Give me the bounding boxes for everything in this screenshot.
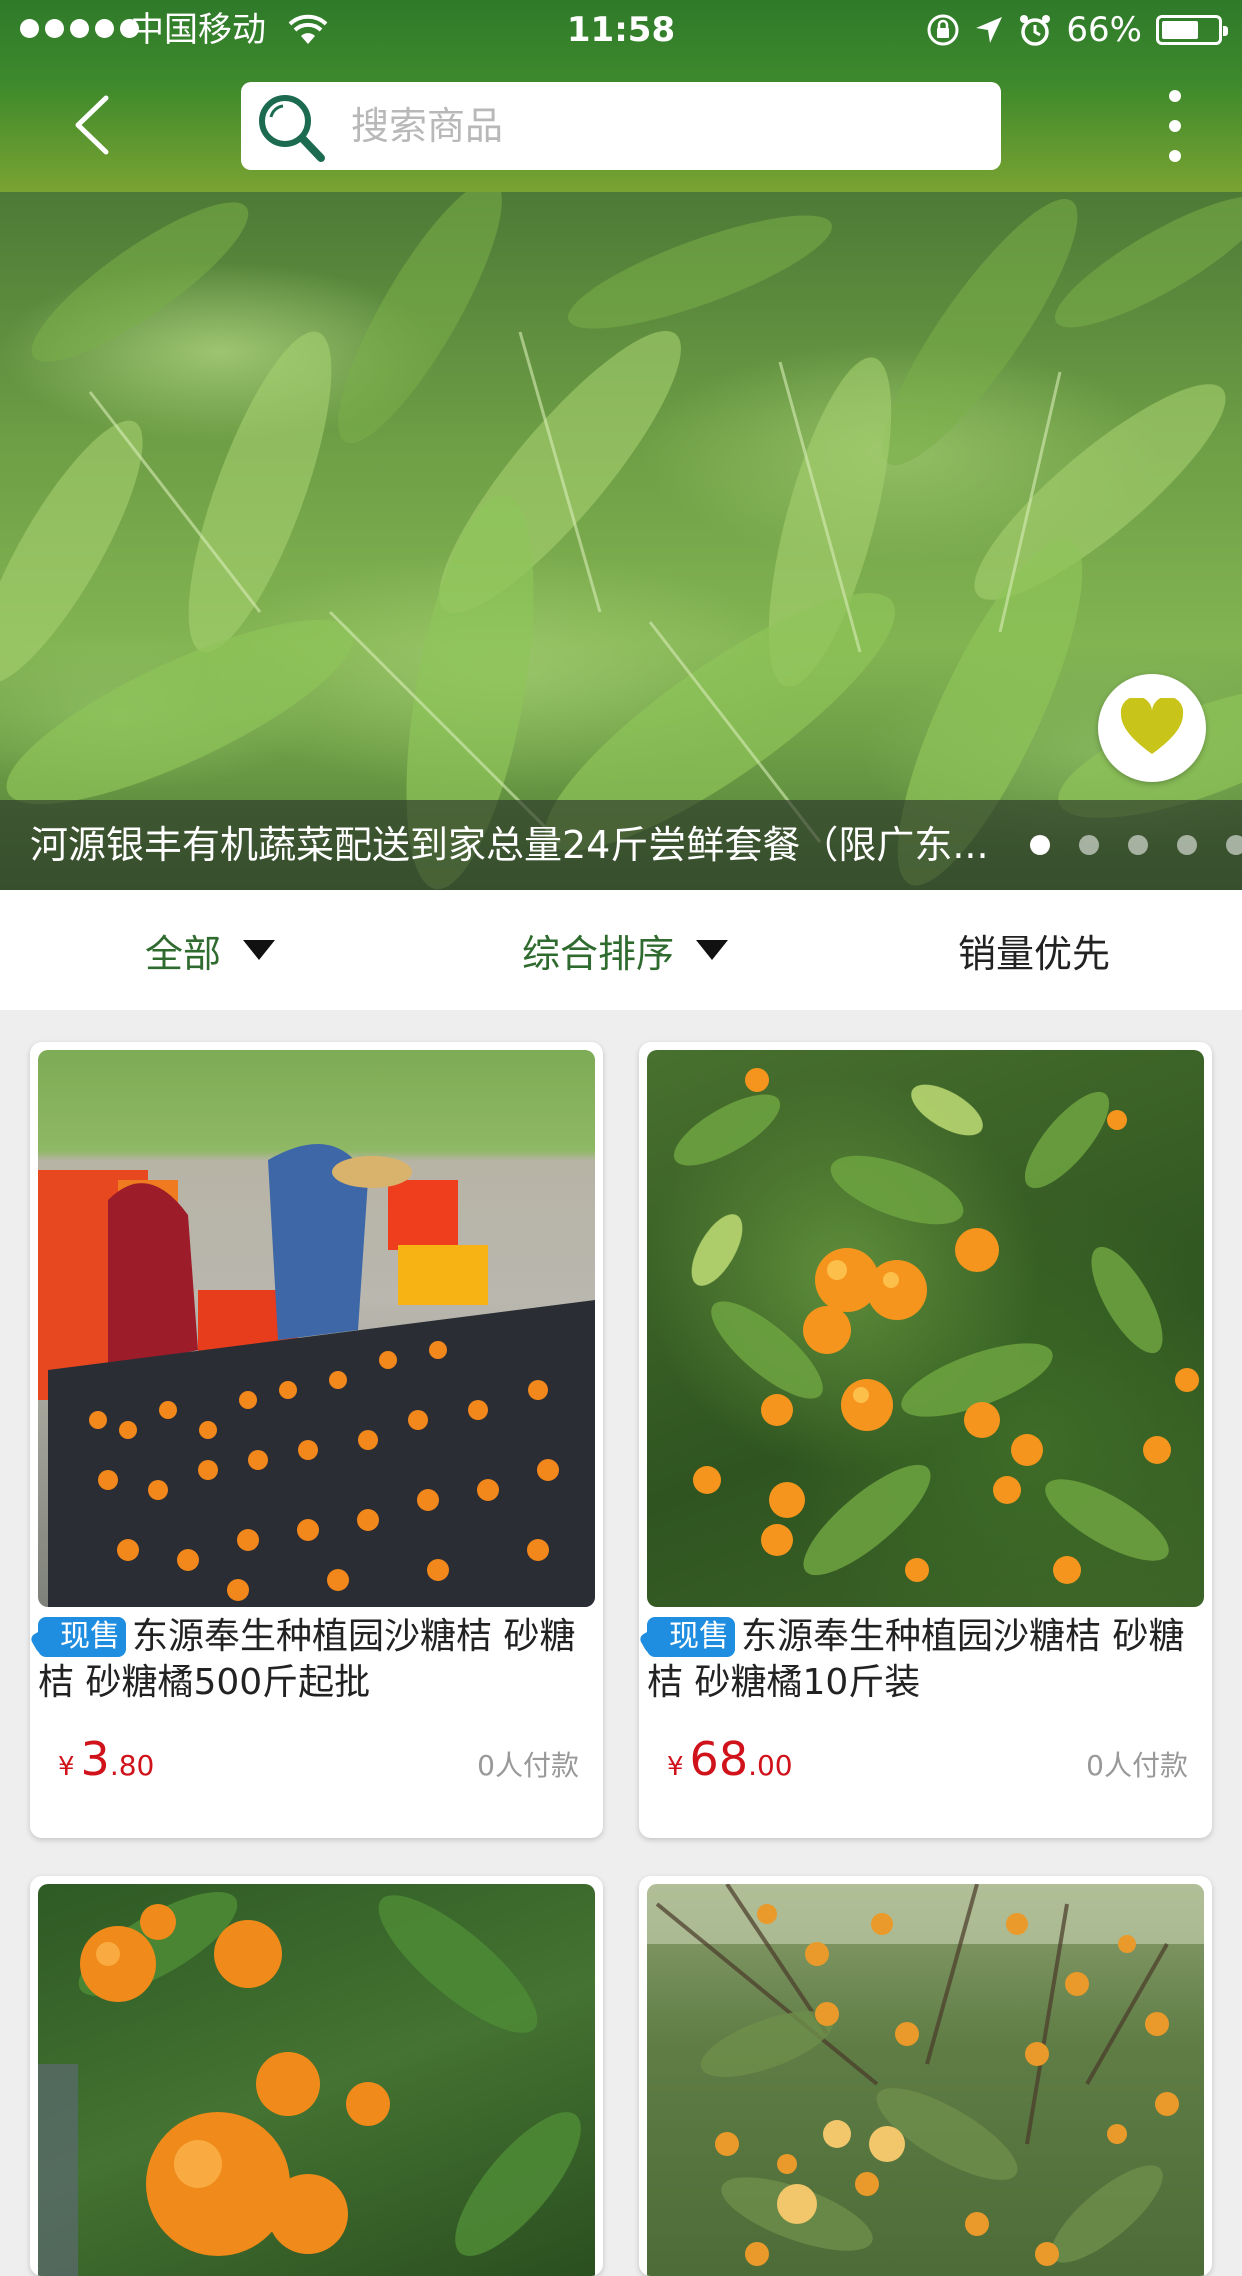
- dropdown-triangle-icon: [696, 940, 729, 960]
- app-header: 中国移动 11:58 66%: [0, 0, 1242, 192]
- carousel-dot[interactable]: [1226, 835, 1242, 855]
- location-arrow-icon: [976, 17, 1003, 43]
- search-bar[interactable]: [241, 82, 1001, 170]
- dot-icon: [1169, 90, 1181, 102]
- product-card[interactable]: 现售 东源奉生种植园沙糖桔 砂糖桔 砂糖橘500斤起批 ¥3.80 0人付款: [30, 1042, 603, 1838]
- battery-icon: [1156, 15, 1228, 45]
- search-icon: [259, 95, 325, 162]
- filter-all-dropdown[interactable]: 全部: [145, 890, 276, 1010]
- currency-symbol: ¥: [667, 1752, 684, 1782]
- product-card[interactable]: 现售 东源奉生种植园沙糖桔 砂糖桔 砂糖橘10斤装 ¥68.00 0人付款: [639, 1042, 1212, 1838]
- navigation-bar: [0, 60, 1242, 192]
- heart-icon: [1120, 698, 1184, 754]
- price-integer: 68: [689, 1732, 749, 1786]
- search-input[interactable]: [349, 96, 953, 156]
- orientation-lock-icon: [927, 14, 959, 46]
- payment-count: 0人付款: [1086, 1749, 1188, 1782]
- in-stock-badge: 现售: [38, 1617, 126, 1657]
- dropdown-triangle-icon: [243, 940, 276, 960]
- carousel-dot-active[interactable]: [1030, 835, 1050, 855]
- price-decimal: .00: [748, 1749, 793, 1782]
- banner-vegetable-image: [0, 192, 1242, 890]
- product-price: ¥3.80: [58, 1732, 154, 1786]
- battery-percentage: 66%: [1066, 10, 1142, 50]
- banner-caption: 河源银丰有机蔬菜配送到家总量24斤尝鲜套餐（限广东...: [0, 800, 1242, 890]
- filter-sales-label: 销量优先: [958, 931, 1111, 976]
- carousel-dot[interactable]: [1177, 835, 1197, 855]
- product-card[interactable]: [639, 1876, 1212, 2276]
- product-image: [647, 1884, 1204, 2276]
- payment-count: 0人付款: [477, 1749, 579, 1782]
- price-decimal: .80: [109, 1749, 155, 1782]
- in-stock-badge: 现售: [647, 1617, 735, 1657]
- carousel-dot[interactable]: [1128, 835, 1148, 855]
- price-integer: 3: [80, 1732, 110, 1786]
- product-image: [647, 1050, 1204, 1607]
- filter-sort-label: 综合排序: [522, 931, 675, 976]
- filter-sort-dropdown[interactable]: 综合排序: [522, 890, 729, 1010]
- product-image: [38, 1884, 595, 2276]
- product-price: ¥68.00: [667, 1732, 793, 1786]
- carousel-indicator: [1030, 835, 1242, 855]
- currency-symbol: ¥: [58, 1752, 75, 1782]
- filter-bar: 全部 综合排序 销量优先: [0, 890, 1242, 1010]
- product-name: 现售 东源奉生种植园沙糖桔 砂糖桔 砂糖橘500斤起批: [38, 1614, 598, 1706]
- banner-title: 河源银丰有机蔬菜配送到家总量24斤尝鲜套餐（限广东...: [30, 823, 989, 867]
- back-button[interactable]: [60, 90, 130, 160]
- product-name: 现售 东源奉生种植园沙糖桔 砂糖桔 砂糖橘10斤装: [647, 1614, 1207, 1706]
- carousel-dot[interactable]: [1079, 835, 1099, 855]
- filter-all-label: 全部: [145, 931, 222, 976]
- dot-icon: [1169, 150, 1181, 162]
- promo-banner[interactable]: 河源银丰有机蔬菜配送到家总量24斤尝鲜套餐（限广东...: [0, 192, 1242, 890]
- product-image: [38, 1050, 595, 1607]
- alarm-icon: [1020, 15, 1051, 46]
- more-options-button[interactable]: [1160, 90, 1190, 162]
- dot-icon: [1169, 120, 1181, 132]
- status-bar: 中国移动 11:58 66%: [0, 0, 1242, 60]
- product-card[interactable]: [30, 1876, 603, 2276]
- filter-sales-button[interactable]: 销量优先: [958, 890, 1110, 1010]
- favorite-button[interactable]: [1098, 674, 1206, 782]
